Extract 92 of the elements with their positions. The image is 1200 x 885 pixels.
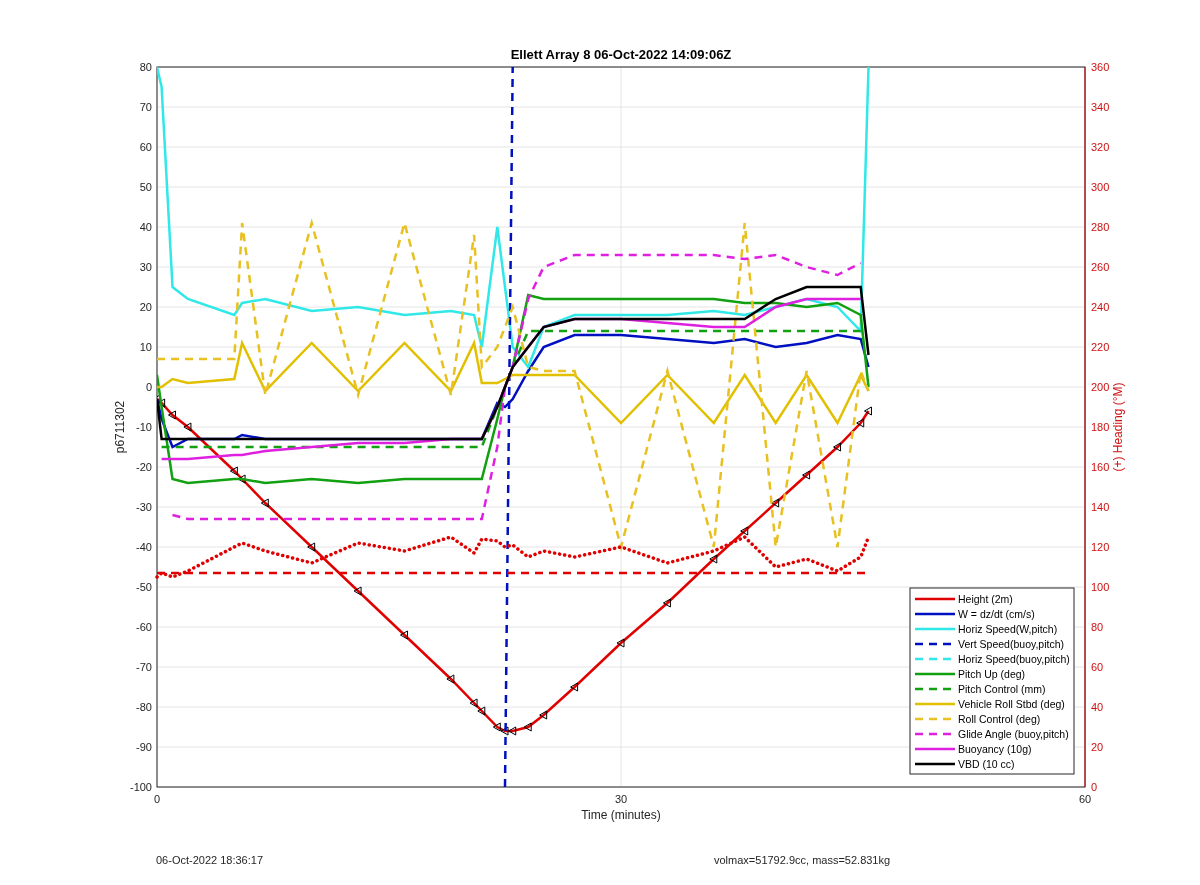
triangle-marker	[229, 466, 238, 476]
legend-label: Glide Angle (buoy,pitch)	[958, 728, 1069, 740]
legend-label: Vehicle Roll Stbd (deg)	[958, 698, 1065, 710]
triangle-marker	[477, 706, 486, 716]
y2-tick-label: 320	[1091, 141, 1110, 153]
triangle-marker	[167, 410, 176, 420]
triangle-marker	[446, 674, 455, 684]
triangle-marker	[500, 726, 509, 736]
legend-label: W = dz/dt (cm/s)	[958, 608, 1035, 620]
y2-axis-label: (+) Heading (°M)	[1111, 382, 1125, 472]
legend-swatch	[915, 762, 955, 766]
legend-swatch	[915, 597, 955, 601]
y2-tick-label: 100	[1091, 581, 1110, 593]
x-tick-label: 0	[153, 793, 161, 805]
y2-tick-label: 260	[1091, 261, 1110, 273]
legend-label: Height (2m)	[958, 593, 1013, 605]
y-tick-label: 50	[139, 181, 152, 193]
triangle-marker	[183, 422, 192, 432]
legend-label: Pitch Control (mm)	[958, 683, 1046, 695]
y2-tick-label: 180	[1091, 421, 1110, 433]
y2-tick-label: 360	[1091, 61, 1110, 73]
timestamp-text: 06-Oct-2022 18:36:17	[156, 854, 264, 866]
y-tick-label: -100	[129, 781, 152, 793]
y2-tick-label: 220	[1091, 341, 1110, 353]
y-tick-label: 40	[139, 221, 152, 233]
triangle-marker	[260, 498, 269, 508]
triangle-marker	[863, 406, 872, 416]
y-tick-label: -80	[136, 701, 152, 713]
y-tick-label: 80	[139, 61, 152, 73]
y-tick-label: 60	[139, 141, 152, 153]
y-tick-label: 20	[139, 301, 152, 313]
y-tick-label: -50	[136, 581, 152, 593]
y2-tick-label: 20	[1091, 741, 1104, 753]
triangle-marker	[802, 470, 811, 480]
triangle-marker	[740, 526, 749, 536]
triangle-marker	[833, 442, 842, 452]
y-tick-label: 0	[145, 381, 152, 393]
y-tick-label: -30	[136, 501, 152, 513]
y2-tick-label: 40	[1091, 701, 1104, 713]
legend-swatch	[915, 612, 955, 616]
legend-swatch	[915, 672, 955, 676]
x-tick-label: 30	[614, 793, 628, 805]
triangle-marker	[353, 586, 362, 596]
y2-tick-label: 80	[1091, 621, 1104, 633]
y-tick-label: 10	[139, 341, 152, 353]
legend-label: Vert Speed(buoy,pitch)	[958, 638, 1065, 650]
y2-tick-label: 60	[1091, 661, 1104, 673]
y-tick-label: -70	[136, 661, 152, 673]
triangle-marker	[523, 722, 532, 732]
legend-swatch	[915, 747, 955, 751]
y2-tick-label: 140	[1091, 501, 1110, 513]
y2-tick-label: 300	[1091, 181, 1110, 193]
y-tick-label: -40	[136, 541, 152, 553]
y2-tick-label: 200	[1091, 381, 1110, 393]
y2-tick-label: 160	[1091, 461, 1110, 473]
triangle-marker	[709, 554, 718, 564]
triangle-marker	[399, 630, 408, 640]
legend-label: Horiz Speed(W,pitch)	[958, 623, 1058, 635]
chart-title: Ellett Array 8 06-Oct-2022 14:09:06Z	[510, 47, 732, 62]
y-axis-label: p6711302	[113, 400, 127, 454]
triangle-marker	[539, 710, 548, 720]
y2-tick-label: 280	[1091, 221, 1110, 233]
triangle-marker	[771, 498, 780, 508]
y2-tick-label: 0	[1091, 781, 1098, 793]
legend-label: Roll Control (deg)	[958, 713, 1041, 725]
summary-text: volmax=51792.9cc, mass=52.831kg	[714, 854, 891, 866]
x-tick-label: 60	[1078, 793, 1092, 805]
triangle-marker	[662, 598, 671, 608]
legend-swatch	[915, 627, 955, 631]
y-tick-label: -10	[136, 421, 152, 433]
legend-label: Pitch Up (deg)	[958, 668, 1026, 680]
triangle-marker	[492, 722, 501, 732]
triangle-marker	[508, 726, 517, 736]
triangle-marker	[856, 418, 865, 428]
legend-swatch	[915, 702, 955, 706]
y-tick-label: 70	[139, 101, 152, 113]
triangle-marker	[616, 638, 625, 648]
triangle-marker	[237, 474, 246, 484]
legend-label: Buoyancy (10g)	[958, 743, 1032, 755]
y-tick-label: 30	[139, 261, 152, 273]
y-tick-label: -20	[136, 461, 152, 473]
y2-tick-label: 340	[1091, 101, 1110, 113]
y2-tick-label: 240	[1091, 301, 1110, 313]
legend-label: Horiz Speed(buoy,pitch)	[958, 653, 1070, 665]
legend-label: VBD (10 cc)	[958, 758, 1015, 770]
triangle-marker	[469, 698, 478, 708]
y-tick-label: -60	[136, 621, 152, 633]
x-axis-label: Time (minutes)	[581, 808, 661, 822]
triangle-marker	[307, 542, 316, 552]
triangle-marker	[570, 682, 579, 692]
y2-tick-label: 120	[1091, 541, 1110, 553]
y-tick-label: -90	[136, 741, 152, 753]
